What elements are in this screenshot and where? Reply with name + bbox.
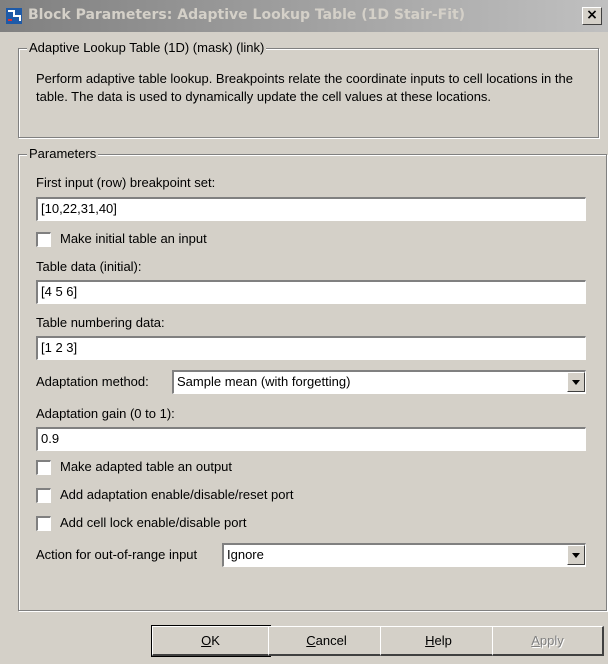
title-bar[interactable]: Block Parameters: Adaptive Lookup Table …	[0, 0, 608, 32]
close-icon[interactable]: ×	[582, 7, 602, 25]
adaptation-gain-input[interactable]: 0.9	[36, 427, 586, 451]
apply-label-rest: pply	[539, 633, 564, 648]
enable-port-label: Add adaptation enable/disable/reset port	[60, 487, 294, 502]
enable-port-checkbox[interactable]	[36, 488, 51, 503]
breakpoints-label: First input (row) breakpoint set:	[36, 175, 216, 190]
cell-lock-checkbox[interactable]	[36, 516, 51, 531]
block-description: Perform adaptive table lookup. Breakpoin…	[36, 71, 573, 104]
make-adapted-output-label: Make adapted table an output	[60, 459, 233, 474]
table-numbering-input[interactable]: [1 2 3]	[36, 336, 586, 360]
description-legend: Adaptive Lookup Table (1D) (mask) (link)	[27, 40, 267, 55]
adaptation-gain-label: Adaptation gain (0 to 1):	[36, 406, 175, 421]
breakpoints-input[interactable]: [10,22,31,40]	[36, 197, 586, 221]
cell-lock-label: Add cell lock enable/disable port	[60, 515, 247, 530]
ok-mnemonic: O	[201, 633, 212, 648]
window-title: Block Parameters: Adaptive Lookup Table …	[28, 7, 466, 23]
adaptation-method-value: Sample mean (with forgetting)	[177, 374, 351, 389]
help-button[interactable]: Help	[380, 626, 498, 656]
make-table-input-label: Make initial table an input	[60, 231, 207, 246]
help-mnemonic: H	[425, 633, 435, 648]
cancel-mnemonic: C	[306, 633, 316, 648]
cancel-label-rest: ancel	[315, 633, 347, 648]
help-label-rest: elp	[434, 633, 452, 648]
out-of-range-label: Action for out-of-range input	[36, 547, 198, 562]
ok-button[interactable]: OK	[151, 625, 271, 657]
adaptation-method-select[interactable]: Sample mean (with forgetting)	[172, 370, 586, 394]
table-numbering-label: Table numbering data:	[36, 315, 165, 330]
table-data-label: Table data (initial):	[36, 259, 142, 274]
out-of-range-select[interactable]: Ignore	[222, 543, 586, 567]
chevron-down-icon[interactable]	[567, 372, 585, 392]
out-of-range-value: Ignore	[227, 547, 264, 562]
make-adapted-output-checkbox[interactable]	[36, 460, 51, 475]
make-table-input-checkbox[interactable]	[36, 232, 51, 247]
parameters-legend: Parameters	[27, 146, 99, 161]
simulink-block-icon	[5, 7, 23, 25]
apply-button[interactable]: Apply	[492, 626, 604, 656]
apply-mnemonic: A	[531, 633, 540, 648]
ok-label-rest: K	[211, 633, 220, 648]
cancel-button[interactable]: Cancel	[268, 626, 386, 656]
table-data-input[interactable]: [4 5 6]	[36, 280, 586, 304]
chevron-down-icon[interactable]	[567, 545, 585, 565]
adaptation-method-label: Adaptation method:	[36, 374, 149, 389]
